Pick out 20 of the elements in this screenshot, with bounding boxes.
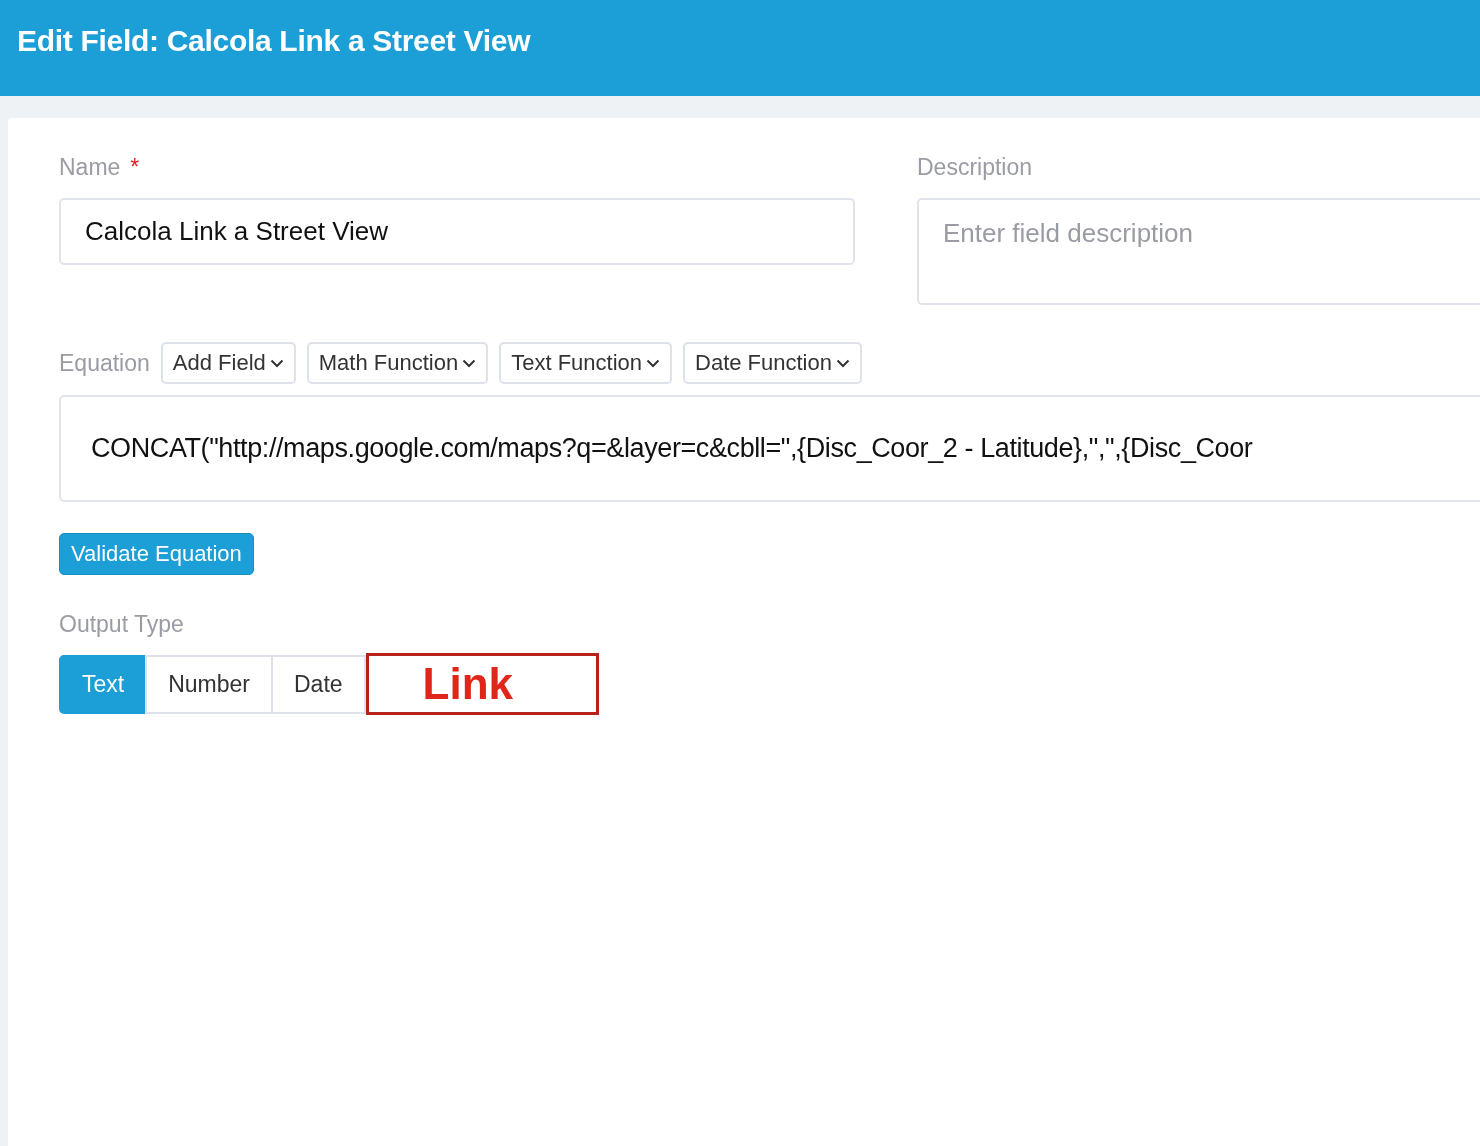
- required-mark: *: [130, 153, 140, 181]
- output-type-option[interactable]: Date: [271, 654, 366, 714]
- chevron-down-icon: [462, 358, 477, 368]
- output-type-label: Output Type: [59, 610, 184, 638]
- page-title: Edit Field: Calcola Link a Street View: [17, 24, 531, 58]
- equation-input-field[interactable]: CONCAT("http://maps.google.com/maps?q=&layer=c&cbll=",{Disc_Coor_2 - Latitude},",",{Disc_Coor: [59, 395, 1480, 502]
- output-type-option[interactable]: Number: [145, 654, 273, 714]
- name-label: Name: [59, 153, 121, 181]
- dropdown-button[interactable]: Text Function: [499, 342, 672, 384]
- dropdown-button[interactable]: Date Function: [683, 342, 862, 384]
- description-input-field[interactable]: Enter field description: [917, 198, 1480, 305]
- name-input-field[interactable]: Calcola Link a Street View: [59, 198, 855, 265]
- equation-label: Equation: [59, 349, 150, 377]
- chevron-down-icon: [269, 358, 284, 368]
- chevron-down-icon: [836, 358, 850, 368]
- description-label: Description: [917, 153, 1033, 181]
- highlight-annotation: Link: [365, 653, 599, 715]
- dropdown-button[interactable]: Math Function: [306, 342, 489, 384]
- chevron-down-icon: [646, 358, 660, 368]
- dropdown-button[interactable]: Add Field: [160, 342, 296, 384]
